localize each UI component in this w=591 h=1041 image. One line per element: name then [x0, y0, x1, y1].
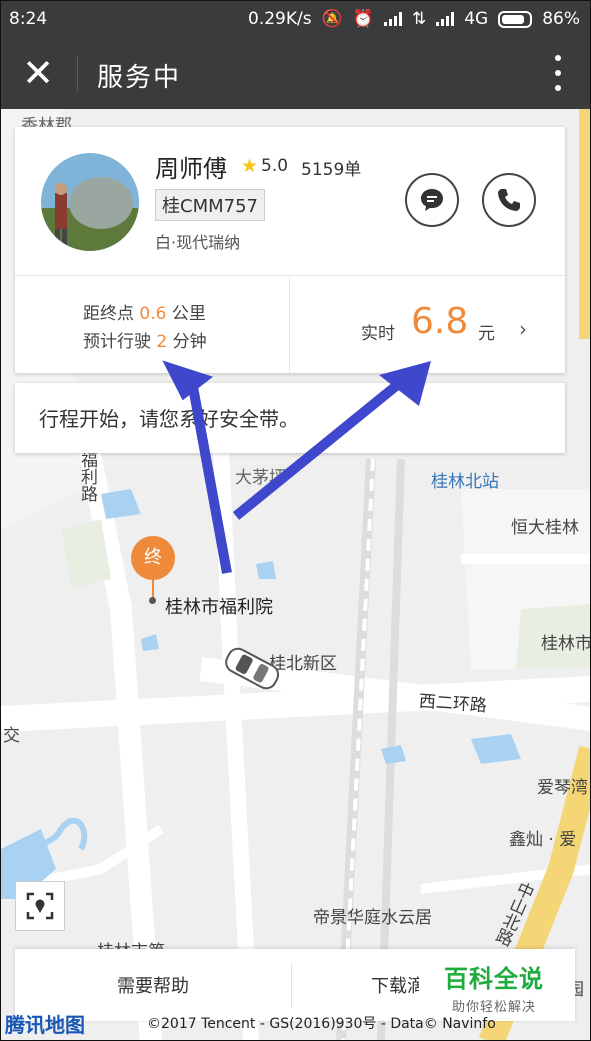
map-label-aiqin: 爱琴湾: [537, 778, 588, 798]
eta-prefix: 预计行驶: [83, 332, 151, 352]
map-label-fuli-road: 福利路: [77, 451, 97, 502]
map-label-jiao: 交: [3, 726, 20, 746]
trip-info: 距终点 0.6 公里 预计行驶 2 分钟: [15, 277, 289, 373]
page-title: 服务中: [97, 63, 182, 93]
distance-value: 0.6: [139, 304, 167, 324]
watermark-title: 百科全说: [444, 965, 544, 993]
close-icon[interactable]: ✕: [21, 53, 55, 93]
license-plate: 桂CMM757: [155, 189, 265, 221]
status-time: 8:24: [9, 9, 48, 29]
distance-unit: 公里: [171, 304, 206, 324]
more-menu-icon[interactable]: [552, 55, 564, 91]
phone-icon: [498, 189, 520, 211]
signal-icon-2: [436, 12, 455, 26]
message-button[interactable]: [405, 173, 459, 227]
fare-value: 6.8: [411, 301, 469, 342]
signal-icon: [383, 12, 402, 26]
map-label-guilin-right: 桂林市: [541, 634, 591, 654]
driver-name: 周师傅: [155, 155, 227, 183]
driver-avatar[interactable]: [41, 153, 139, 251]
watermark: 百科全说 助你轻松解决: [419, 949, 569, 1017]
data-transfer-icon: ⇅: [411, 9, 427, 29]
notice-card: 行程开始，请您系好安全带。: [15, 383, 565, 453]
map-label-xincan: 鑫灿 · 爱: [509, 830, 577, 850]
chat-bubble-icon: [421, 189, 443, 211]
destination-point: [149, 597, 156, 604]
distance-prefix: 距终点: [83, 304, 134, 324]
driver-rating: ★ 5.0: [241, 155, 288, 177]
card-divider: [15, 275, 565, 276]
download-button[interactable]: 下载滴: [371, 949, 425, 1021]
map-label-guilin-north-station: 桂林北站: [431, 472, 499, 492]
fare-section[interactable]: 实时 6.8 元 ›: [291, 277, 565, 373]
map-logo: 腾讯地图: [5, 1013, 85, 1037]
network-speed: 0.29K/s: [248, 9, 312, 29]
chevron-right-icon: ›: [519, 317, 527, 341]
nav-divider: [77, 55, 78, 91]
car-model: 白·现代瑞纳: [155, 233, 241, 252]
locate-icon: [26, 892, 54, 920]
network-type: 4G: [464, 9, 489, 29]
map-label-damaoping: 大茅坪: [235, 468, 286, 488]
star-icon: ★: [241, 155, 259, 177]
notice-text: 行程开始，请您系好安全带。: [39, 407, 299, 431]
map-copyright: ©2017 Tencent - GS(2016)930号 - Data© Nav…: [147, 1016, 496, 1032]
avatar-photo: [41, 153, 139, 251]
app-frame: 香林郡 福利路 大茅坪 桂林北站 恒大桂林 桂林市福利院 桂北新区 桂林市 西二…: [0, 0, 591, 1041]
map-label-hengda: 恒大桂林: [511, 518, 579, 538]
eta-value: 2: [156, 332, 168, 352]
bottom-divider: [291, 963, 292, 1007]
battery-level: 86%: [542, 9, 580, 29]
fare-unit: 元: [478, 324, 495, 344]
driver-card: 周师傅 ★ 5.0 5159单 桂CMM757 白·现代瑞纳 距终点 0.6 公…: [15, 127, 565, 373]
order-count: 5159单: [301, 160, 362, 180]
status-bar: 8:24 0.29K/s 🔕 ⏰ ⇅ 4G 86%: [1, 1, 590, 37]
map-label-dijing: 帝景华庭水云居: [313, 908, 432, 928]
eta-unit: 分钟: [172, 332, 207, 352]
call-button[interactable]: [482, 173, 536, 227]
nav-bar: ✕ 服务中: [1, 37, 590, 109]
destination-marker-stem: [152, 579, 154, 599]
rating-value: 5.0: [261, 156, 289, 176]
card-divider-vertical: [289, 277, 290, 373]
alarm-icon: ⏰: [352, 9, 374, 29]
destination-marker[interactable]: 终: [131, 536, 175, 580]
map-label-xierhuan: 西二环路: [418, 691, 488, 717]
battery-icon: [498, 10, 533, 28]
locate-button[interactable]: [15, 881, 65, 931]
eta-line: 预计行驶 2 分钟: [83, 327, 207, 352]
mute-icon: 🔕: [321, 9, 343, 29]
map-label-destination: 桂林市福利院: [165, 597, 273, 618]
distance-line: 距终点 0.6 公里: [83, 299, 206, 324]
fare-label: 实时: [361, 324, 395, 344]
